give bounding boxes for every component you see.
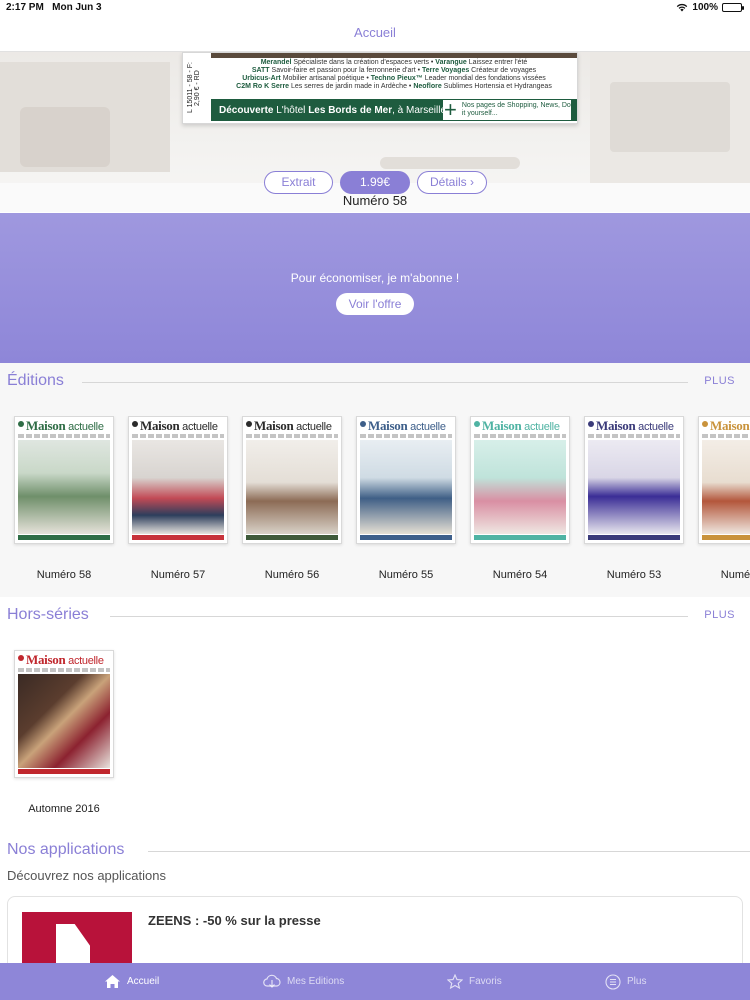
- subscription-text: Pour économiser, je m'abonne !: [290, 271, 460, 285]
- battery-percent: 100%: [692, 2, 718, 13]
- view-offer-button[interactable]: Voir l'offre: [336, 293, 414, 315]
- tab-favoris[interactable]: Favoris: [447, 963, 502, 1000]
- edition-label: Numéro 54: [492, 569, 548, 581]
- cover-discovery-strip: Découverte L'hôtel Les Bords de Mer, à M…: [211, 99, 577, 121]
- apps-title: Nos applications: [7, 841, 125, 858]
- hors-series-title: Hors-séries: [7, 606, 89, 623]
- hors-series-more-link[interactable]: PLUS: [704, 609, 735, 621]
- tab-label: Mes Editions: [287, 976, 345, 987]
- magazine-masthead: Maison actuelle: [702, 419, 750, 433]
- magazine-masthead: Maison actuelle: [18, 419, 110, 433]
- tab-label: Favoris: [469, 976, 502, 987]
- magazine-masthead: Maison actuelle: [132, 419, 224, 433]
- details-button[interactable]: Détails ›: [417, 171, 487, 194]
- editions-title: Éditions: [7, 372, 64, 389]
- magazine-masthead: Maison actuelle: [18, 653, 110, 667]
- tab-mes-editions[interactable]: Mes Editions: [263, 963, 344, 1000]
- cover-advertiser-lines: Merandel Spécialiste dans la création d'…: [213, 59, 575, 91]
- page-title: Accueil: [354, 25, 396, 40]
- tab-bar: Accueil Mes Editions Favoris Plus: [0, 963, 750, 1000]
- hors-series-cover[interactable]: Maison actuelle: [14, 650, 114, 778]
- app-name: ZEENS : -50 % sur la presse: [148, 913, 321, 928]
- menu-icon: [605, 973, 621, 990]
- cloud-download-icon: [263, 974, 281, 988]
- edition-label: Numéro 58: [36, 569, 92, 581]
- cover-line: Urbicus-Art Mobilier artisanal poétique …: [242, 75, 546, 82]
- tab-plus[interactable]: Plus: [605, 963, 646, 1000]
- tab-label: Plus: [627, 976, 647, 987]
- edition-cover[interactable]: Maison actuelle: [698, 416, 750, 544]
- edition-cover[interactable]: Maison actuelle: [128, 416, 228, 544]
- extract-button[interactable]: Extrait: [264, 171, 333, 194]
- magazine-masthead: Maison actuelle: [246, 419, 338, 433]
- plus-icon: +: [444, 97, 457, 122]
- status-bar: 2:17 PM Mon Jun 3 100%: [0, 0, 750, 16]
- cover-line: Merandel Spécialiste dans la création d'…: [260, 59, 528, 66]
- edition-cover[interactable]: Maison actuelle: [470, 416, 570, 544]
- tab-label: Accueil: [127, 976, 160, 987]
- apps-header: Nos applications: [0, 841, 750, 861]
- edition-label: Numéro 55: [378, 569, 434, 581]
- cover-line: C2M Ro K Serre Les serres de jardin made…: [236, 83, 552, 90]
- current-issue-title: Numéro 58: [342, 193, 408, 208]
- edition-label: Numéro 52: [720, 569, 750, 581]
- hero-actions: Extrait 1.99€ Détails ›: [0, 171, 750, 195]
- hors-series-label: Automne 2016: [28, 803, 100, 815]
- subscription-banner: Pour économiser, je m'abonne ! Voir l'of…: [0, 213, 750, 363]
- status-right: 100%: [676, 2, 744, 13]
- edition-label: Numéro 57: [150, 569, 206, 581]
- magazine-masthead: Maison actuelle: [474, 419, 566, 433]
- battery-icon: [722, 3, 744, 12]
- navigation-bar: Accueil: [0, 16, 750, 52]
- hors-series-header: Hors-séries PLUS: [0, 606, 750, 626]
- edition-cover[interactable]: Maison actuelle: [356, 416, 456, 544]
- tab-accueil[interactable]: Accueil: [104, 963, 159, 1000]
- home-icon: [105, 975, 120, 988]
- status-time: 2:17 PM Mon Jun 3: [6, 2, 102, 13]
- apps-subtitle: Découvrez nos applications: [7, 868, 166, 883]
- cover-line: SATT Savoir-faire et passion pour la fer…: [251, 67, 537, 74]
- edition-label: Numéro 56: [264, 569, 320, 581]
- magazine-masthead: Maison actuelle: [588, 419, 680, 433]
- buy-price-button[interactable]: 1.99€: [340, 171, 410, 194]
- magazine-masthead: Maison actuelle: [360, 419, 452, 433]
- edition-label: Numéro 53: [606, 569, 662, 581]
- barcode-text: L 15011 - 58 - F: 2,90 € - RD: [187, 55, 209, 121]
- wifi-icon: [677, 3, 688, 12]
- edition-cover[interactable]: Maison actuelle: [14, 416, 114, 544]
- edition-cover[interactable]: Maison actuelle: [584, 416, 684, 544]
- editions-header: Éditions PLUS: [0, 372, 750, 392]
- current-issue-cover[interactable]: L 15011 - 58 - F: 2,90 € - RD Merandel S…: [182, 52, 578, 124]
- editions-carousel[interactable]: Maison actuelle Numéro 58 Maison actuell…: [0, 416, 750, 586]
- editions-more-link[interactable]: PLUS: [704, 375, 735, 387]
- edition-cover[interactable]: Maison actuelle: [242, 416, 342, 544]
- star-icon: [447, 974, 463, 989]
